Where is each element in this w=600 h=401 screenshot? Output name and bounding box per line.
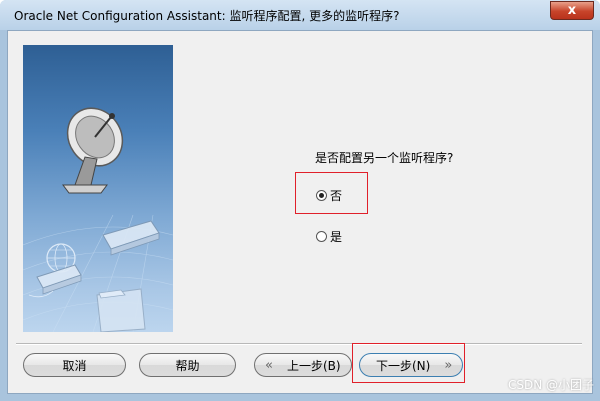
title-bar[interactable]: Oracle Net Configuration Assistant: 监听程序… — [0, 0, 600, 30]
highlight-box-next — [352, 343, 465, 383]
window-title: Oracle Net Configuration Assistant: 监听程序… — [14, 9, 400, 23]
radio-button-yes[interactable] — [316, 231, 327, 242]
footer-divider — [16, 343, 582, 345]
close-button[interactable]: x — [550, 1, 594, 20]
question-label: 是否配置另一个监听程序? — [315, 151, 454, 165]
radio-option-yes[interactable]: 是 — [316, 228, 342, 245]
cancel-button[interactable]: 取消 — [23, 353, 126, 377]
highlight-box-option — [295, 172, 368, 214]
wizard-banner-image — [23, 45, 173, 332]
satellite-dish-icon — [62, 107, 124, 194]
close-icon: x — [567, 3, 577, 18]
dialog-window: Oracle Net Configuration Assistant: 监听程序… — [0, 0, 600, 401]
folder-icon — [96, 288, 146, 332]
banner-illustration — [23, 107, 173, 332]
help-button[interactable]: 帮助 — [139, 353, 236, 377]
radio-label-yes: 是 — [330, 230, 343, 244]
network-device-icon — [28, 220, 160, 298]
watermark-text: CSDN @小团子 — [507, 378, 594, 392]
chevron-left-icon: « — [265, 357, 273, 373]
back-button[interactable]: « 上一步(B) — [254, 353, 352, 377]
dialog-client-area: 是否配置另一个监听程序? 否 是 取消 帮助 « 上一步(B) 下一步(N) » — [7, 30, 593, 394]
